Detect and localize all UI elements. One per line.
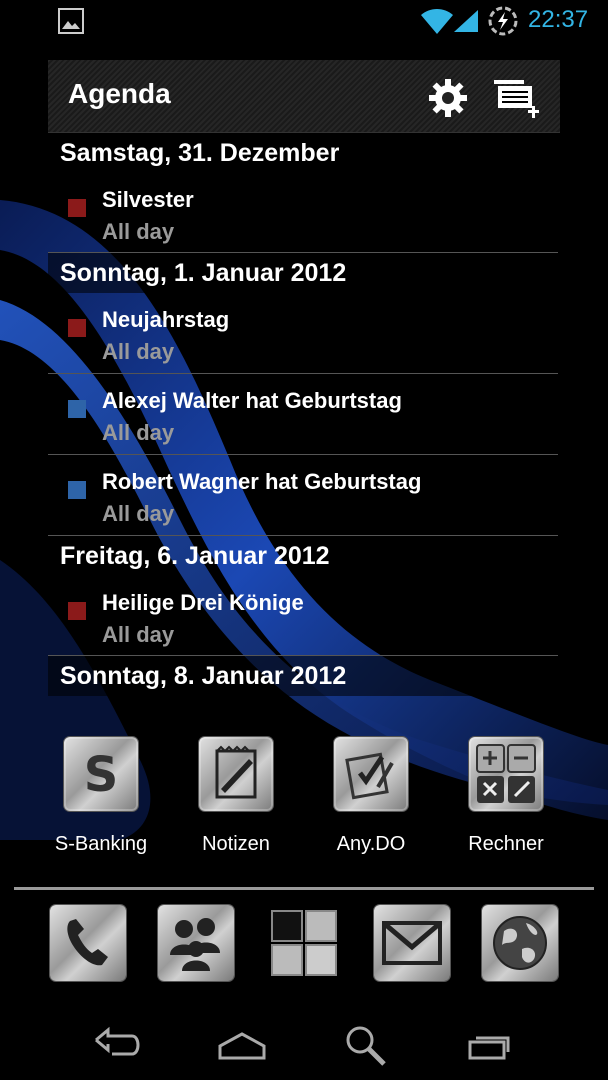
navigation-bar: [0, 1010, 608, 1080]
event-time: All day: [102, 622, 175, 647]
app-s-banking[interactable]: S S-Banking: [36, 735, 166, 865]
app-rechner[interactable]: Rechner: [441, 735, 571, 865]
checklist-icon[interactable]: [334, 737, 408, 811]
gmail-icon[interactable]: [374, 905, 450, 981]
browser-tile: [482, 905, 558, 981]
sync-icon: [488, 6, 518, 36]
home-icon[interactable]: [212, 1020, 272, 1070]
event-color-swatch: [68, 319, 86, 337]
calculator-icon[interactable]: [469, 737, 543, 811]
browser-icon[interactable]: [482, 905, 558, 981]
agenda-widget[interactable]: Agenda Samstag, 31. Dezember Silvester A…: [48, 60, 560, 704]
app-drawer-icon[interactable]: [266, 905, 342, 981]
event-title: Silvester: [102, 187, 194, 212]
search-icon[interactable]: [336, 1020, 396, 1070]
event-title: Robert Wagner hat Geburtstag: [102, 469, 422, 494]
dock: [0, 905, 608, 985]
event-color-swatch: [68, 199, 86, 217]
event-color-swatch: [68, 602, 86, 620]
new-event-icon[interactable]: [492, 74, 544, 122]
phone-tile: [50, 905, 126, 981]
image-icon: [58, 8, 84, 34]
contacts-tile: [158, 905, 234, 981]
event-title: Alexej Walter hat Geburtstag: [102, 388, 402, 413]
status-bar: 22:37: [0, 0, 608, 44]
wifi-icon: [421, 9, 453, 34]
recent-apps-icon[interactable]: [460, 1020, 520, 1070]
day-header[interactable]: Sonntag, 8. Januar 2012: [48, 656, 558, 696]
app-notizen[interactable]: Notizen: [171, 735, 301, 865]
event-item[interactable]: Alexej Walter hat Geburtstag All day: [48, 374, 558, 454]
event-item[interactable]: Robert Wagner hat Geburtstag All day: [48, 455, 558, 535]
event-title: Heilige Drei Könige: [102, 590, 304, 615]
event-item[interactable]: Heilige Drei Könige All day: [48, 576, 558, 656]
agenda-header: Agenda: [48, 60, 560, 133]
day-header[interactable]: Freitag, 6. Januar 2012: [48, 536, 558, 576]
phone-icon[interactable]: [50, 905, 126, 981]
notepad-icon[interactable]: [199, 737, 273, 811]
event-item[interactable]: Neujahrstag All day: [48, 293, 558, 373]
dock-divider: [14, 887, 594, 890]
event-time: All day: [102, 219, 175, 244]
back-icon[interactable]: [88, 1020, 148, 1070]
day-header[interactable]: Samstag, 31. Dezember: [48, 133, 558, 173]
event-title: Neujahrstag: [102, 307, 230, 332]
event-item[interactable]: Silvester All day: [48, 173, 558, 253]
event-time: All day: [102, 501, 175, 526]
app-any-do[interactable]: Any.DO: [306, 735, 436, 865]
app-label: Notizen: [202, 833, 270, 855]
app-label: Rechner: [468, 833, 544, 855]
contacts-icon[interactable]: [158, 905, 234, 981]
event-time: All day: [102, 339, 175, 364]
gmail-tile: [374, 905, 450, 981]
signal-icon: [454, 10, 478, 32]
app-label: S-Banking: [54, 833, 148, 855]
svg-text:S: S: [84, 747, 119, 803]
event-time: All day: [102, 420, 175, 445]
day-header[interactable]: Sonntag, 1. Januar 2012: [48, 253, 558, 293]
gear-icon[interactable]: [426, 76, 470, 120]
event-color-swatch: [68, 400, 86, 418]
event-color-swatch: [68, 481, 86, 499]
app-label: Any.DO: [336, 833, 406, 855]
agenda-title[interactable]: Agenda: [68, 78, 171, 110]
s-banking-icon[interactable]: S: [64, 737, 138, 811]
app-row: S S-Banking Notizen Any.DO Rechner: [0, 735, 608, 865]
clock: 22:37: [528, 6, 589, 33]
